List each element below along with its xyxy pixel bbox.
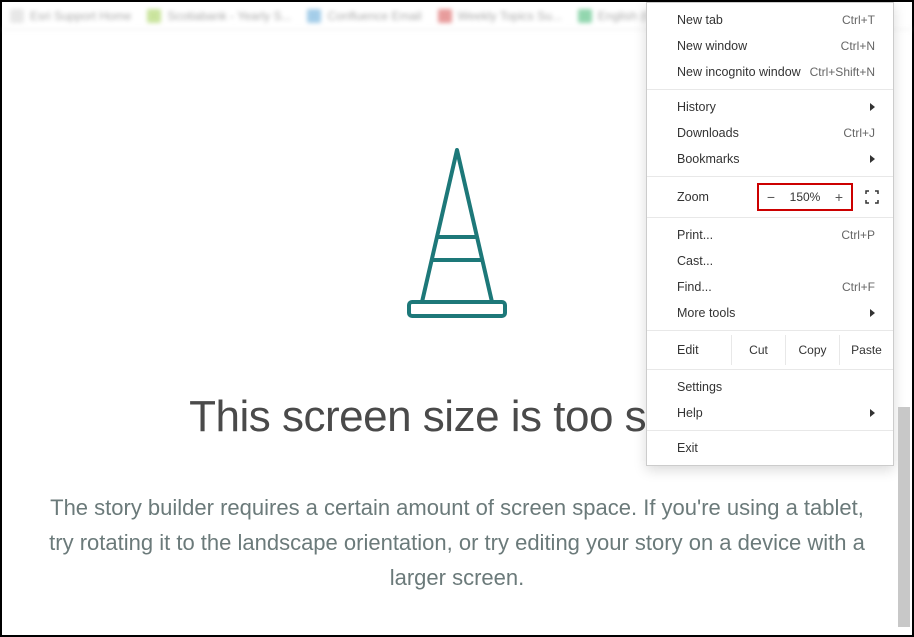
menu-edit-row: Edit Cut Copy Paste (647, 335, 893, 365)
submenu-arrow-icon (870, 155, 875, 163)
bookmark-favicon (10, 9, 24, 23)
menu-label: Print... (677, 228, 841, 242)
bookmark-item[interactable]: Confluence Email (307, 9, 421, 23)
menu-help[interactable]: Help (647, 400, 893, 426)
page-body-text: The story builder requires a certain amo… (32, 490, 882, 596)
menu-label: Bookmarks (677, 152, 862, 166)
menu-find[interactable]: Find... Ctrl+F (647, 274, 893, 300)
submenu-arrow-icon (870, 103, 875, 111)
menu-downloads[interactable]: Downloads Ctrl+J (647, 120, 893, 146)
menu-bookmarks[interactable]: Bookmarks (647, 146, 893, 172)
menu-new-tab[interactable]: New tab Ctrl+T (647, 7, 893, 33)
menu-shortcut: Ctrl+P (841, 228, 875, 242)
fullscreen-icon (865, 190, 879, 204)
edit-label: Edit (647, 335, 731, 365)
bookmark-favicon (438, 9, 452, 23)
zoom-out-button[interactable]: − (761, 189, 781, 205)
bookmark-item[interactable]: Scotiabank - Yearly S... (147, 9, 291, 23)
zoom-in-button[interactable]: + (829, 189, 849, 205)
vertical-scrollbar[interactable] (898, 407, 910, 627)
submenu-arrow-icon (870, 309, 875, 317)
menu-label: Help (677, 406, 862, 420)
menu-shortcut: Ctrl+N (841, 39, 875, 53)
traffic-cone-icon (397, 142, 517, 332)
cut-button[interactable]: Cut (731, 335, 785, 365)
menu-more-tools[interactable]: More tools (647, 300, 893, 326)
menu-new-incognito[interactable]: New incognito window Ctrl+Shift+N (647, 59, 893, 85)
menu-label: History (677, 100, 862, 114)
menu-label: Exit (677, 441, 875, 455)
copy-button[interactable]: Copy (785, 335, 839, 365)
bookmark-favicon (147, 9, 161, 23)
zoom-controls-highlight: − 150% + (757, 183, 853, 211)
fullscreen-button[interactable] (863, 188, 881, 206)
menu-label: New tab (677, 13, 842, 27)
menu-cast[interactable]: Cast... (647, 248, 893, 274)
menu-exit[interactable]: Exit (647, 435, 893, 461)
menu-zoom-row: Zoom − 150% + (647, 181, 893, 213)
paste-button[interactable]: Paste (839, 335, 893, 365)
bookmark-favicon (578, 9, 592, 23)
bookmark-label: Confluence Email (327, 9, 421, 23)
menu-label: New incognito window (677, 65, 810, 79)
menu-label: Settings (677, 380, 875, 394)
menu-label: Downloads (677, 126, 843, 140)
bookmark-label: Scotiabank - Yearly S... (167, 9, 291, 23)
menu-shortcut: Ctrl+Shift+N (810, 65, 875, 79)
bookmark-label: Weekly Topics Su... (458, 9, 562, 23)
submenu-arrow-icon (870, 409, 875, 417)
menu-label: New window (677, 39, 841, 53)
menu-label: Cast... (677, 254, 875, 268)
bookmark-label: Esri Support Home (30, 9, 131, 23)
bookmark-item[interactable]: Esri Support Home (10, 9, 131, 23)
menu-history[interactable]: History (647, 94, 893, 120)
menu-shortcut: Ctrl+J (843, 126, 875, 140)
menu-label: More tools (677, 306, 862, 320)
browser-menu: New tab Ctrl+T New window Ctrl+N New inc… (646, 2, 894, 466)
bookmark-item[interactable]: Weekly Topics Su... (438, 9, 562, 23)
zoom-percentage: 150% (785, 190, 825, 204)
zoom-label: Zoom (677, 190, 757, 204)
page-heading: This screen size is too small (189, 392, 725, 442)
menu-settings[interactable]: Settings (647, 374, 893, 400)
menu-print[interactable]: Print... Ctrl+P (647, 222, 893, 248)
menu-shortcut: Ctrl+T (842, 13, 875, 27)
bookmark-favicon (307, 9, 321, 23)
menu-label: Find... (677, 280, 842, 294)
menu-shortcut: Ctrl+F (842, 280, 875, 294)
menu-new-window[interactable]: New window Ctrl+N (647, 33, 893, 59)
